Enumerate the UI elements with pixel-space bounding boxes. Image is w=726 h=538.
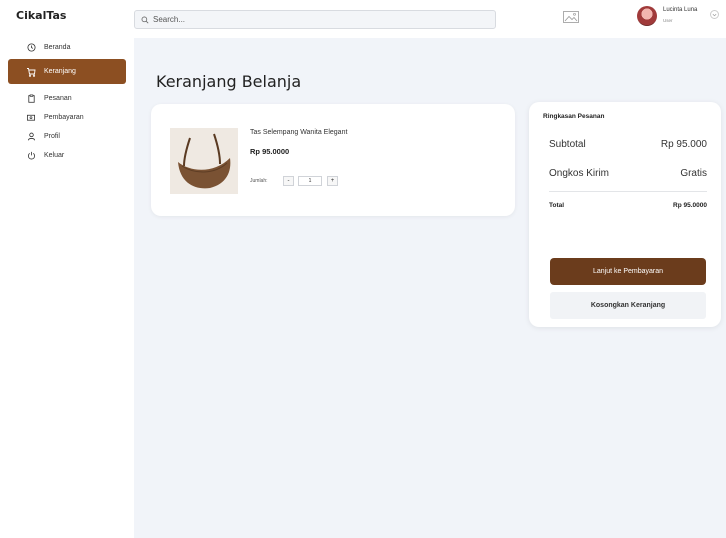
sidebar-item-label: Beranda [44,44,71,51]
power-icon [26,151,36,161]
user-icon [26,132,36,142]
sidebar: CikalTas Beranda Keranjang Pesanan Pemba… [0,0,134,538]
product-image[interactable] [170,128,238,194]
clear-cart-button[interactable]: Kosongkan Keranjang [550,292,706,319]
total-row: Total Rp 95.0000 [549,202,707,209]
subtotal-row: Subtotal Rp 95.000 [549,139,707,150]
brand-logo[interactable]: CikalTas [16,9,66,22]
sidebar-item-profil[interactable]: Profil [8,127,126,146]
summary-title: Ringkasan Pesanan [543,113,605,120]
cart-item-card: Tas Selempang Wanita Elegant Rp 95.0000 … [151,104,515,216]
user-name: Lucinta Luna [663,7,698,13]
cart-icon [26,67,36,77]
quantity-value[interactable]: 1 [298,176,322,186]
sidebar-item-keranjang[interactable]: Keranjang [8,59,126,84]
sidebar-item-label: Profil [44,133,60,140]
clipboard-icon [26,94,36,104]
image-icon[interactable] [563,10,579,23]
avatar[interactable] [637,6,657,26]
decrease-qty-button[interactable]: - [283,176,294,186]
sidebar-item-label: Pesanan [44,95,72,102]
search-icon [141,11,149,29]
total-label: Total [549,202,565,209]
clock-icon [26,43,36,53]
sidebar-item-label: Pembayaran [44,114,84,121]
wallet-icon [26,113,36,123]
checkout-button[interactable]: Lanjut ke Pembayaran [550,258,706,285]
shipping-value: Gratis [680,168,707,179]
subtotal-value: Rp 95.000 [660,139,707,150]
shipping-label: Ongkos Kirim [549,168,610,179]
sidebar-item-keluar[interactable]: Keluar [8,146,126,165]
subtotal-label: Subtotal [549,139,586,150]
quantity-label: Jumlah: [250,178,268,184]
product-price: Rp 95.0000 [250,147,290,156]
total-value: Rp 95.0000 [673,202,707,209]
summary-divider [549,191,707,192]
sidebar-item-label: Keranjang [44,68,76,75]
page-title: Keranjang Belanja [156,72,302,91]
sidebar-item-beranda[interactable]: Beranda [8,38,126,57]
increase-qty-button[interactable]: + [327,176,338,186]
sidebar-nav: Beranda Keranjang Pesanan Pembayaran Pro… [8,38,126,165]
sidebar-item-pembayaran[interactable]: Pembayaran [8,108,126,127]
product-name[interactable]: Tas Selempang Wanita Elegant [250,129,347,136]
search-bar[interactable] [134,10,496,29]
search-input[interactable] [153,15,453,24]
user-role: User [663,18,673,23]
sidebar-item-label: Keluar [44,152,65,159]
shipping-row: Ongkos Kirim Gratis [549,168,707,179]
sidebar-item-pesanan[interactable]: Pesanan [8,89,126,108]
order-summary-card: Ringkasan Pesanan Subtotal Rp 95.000 Ong… [529,102,721,327]
chevron-down-icon[interactable] [710,10,719,19]
